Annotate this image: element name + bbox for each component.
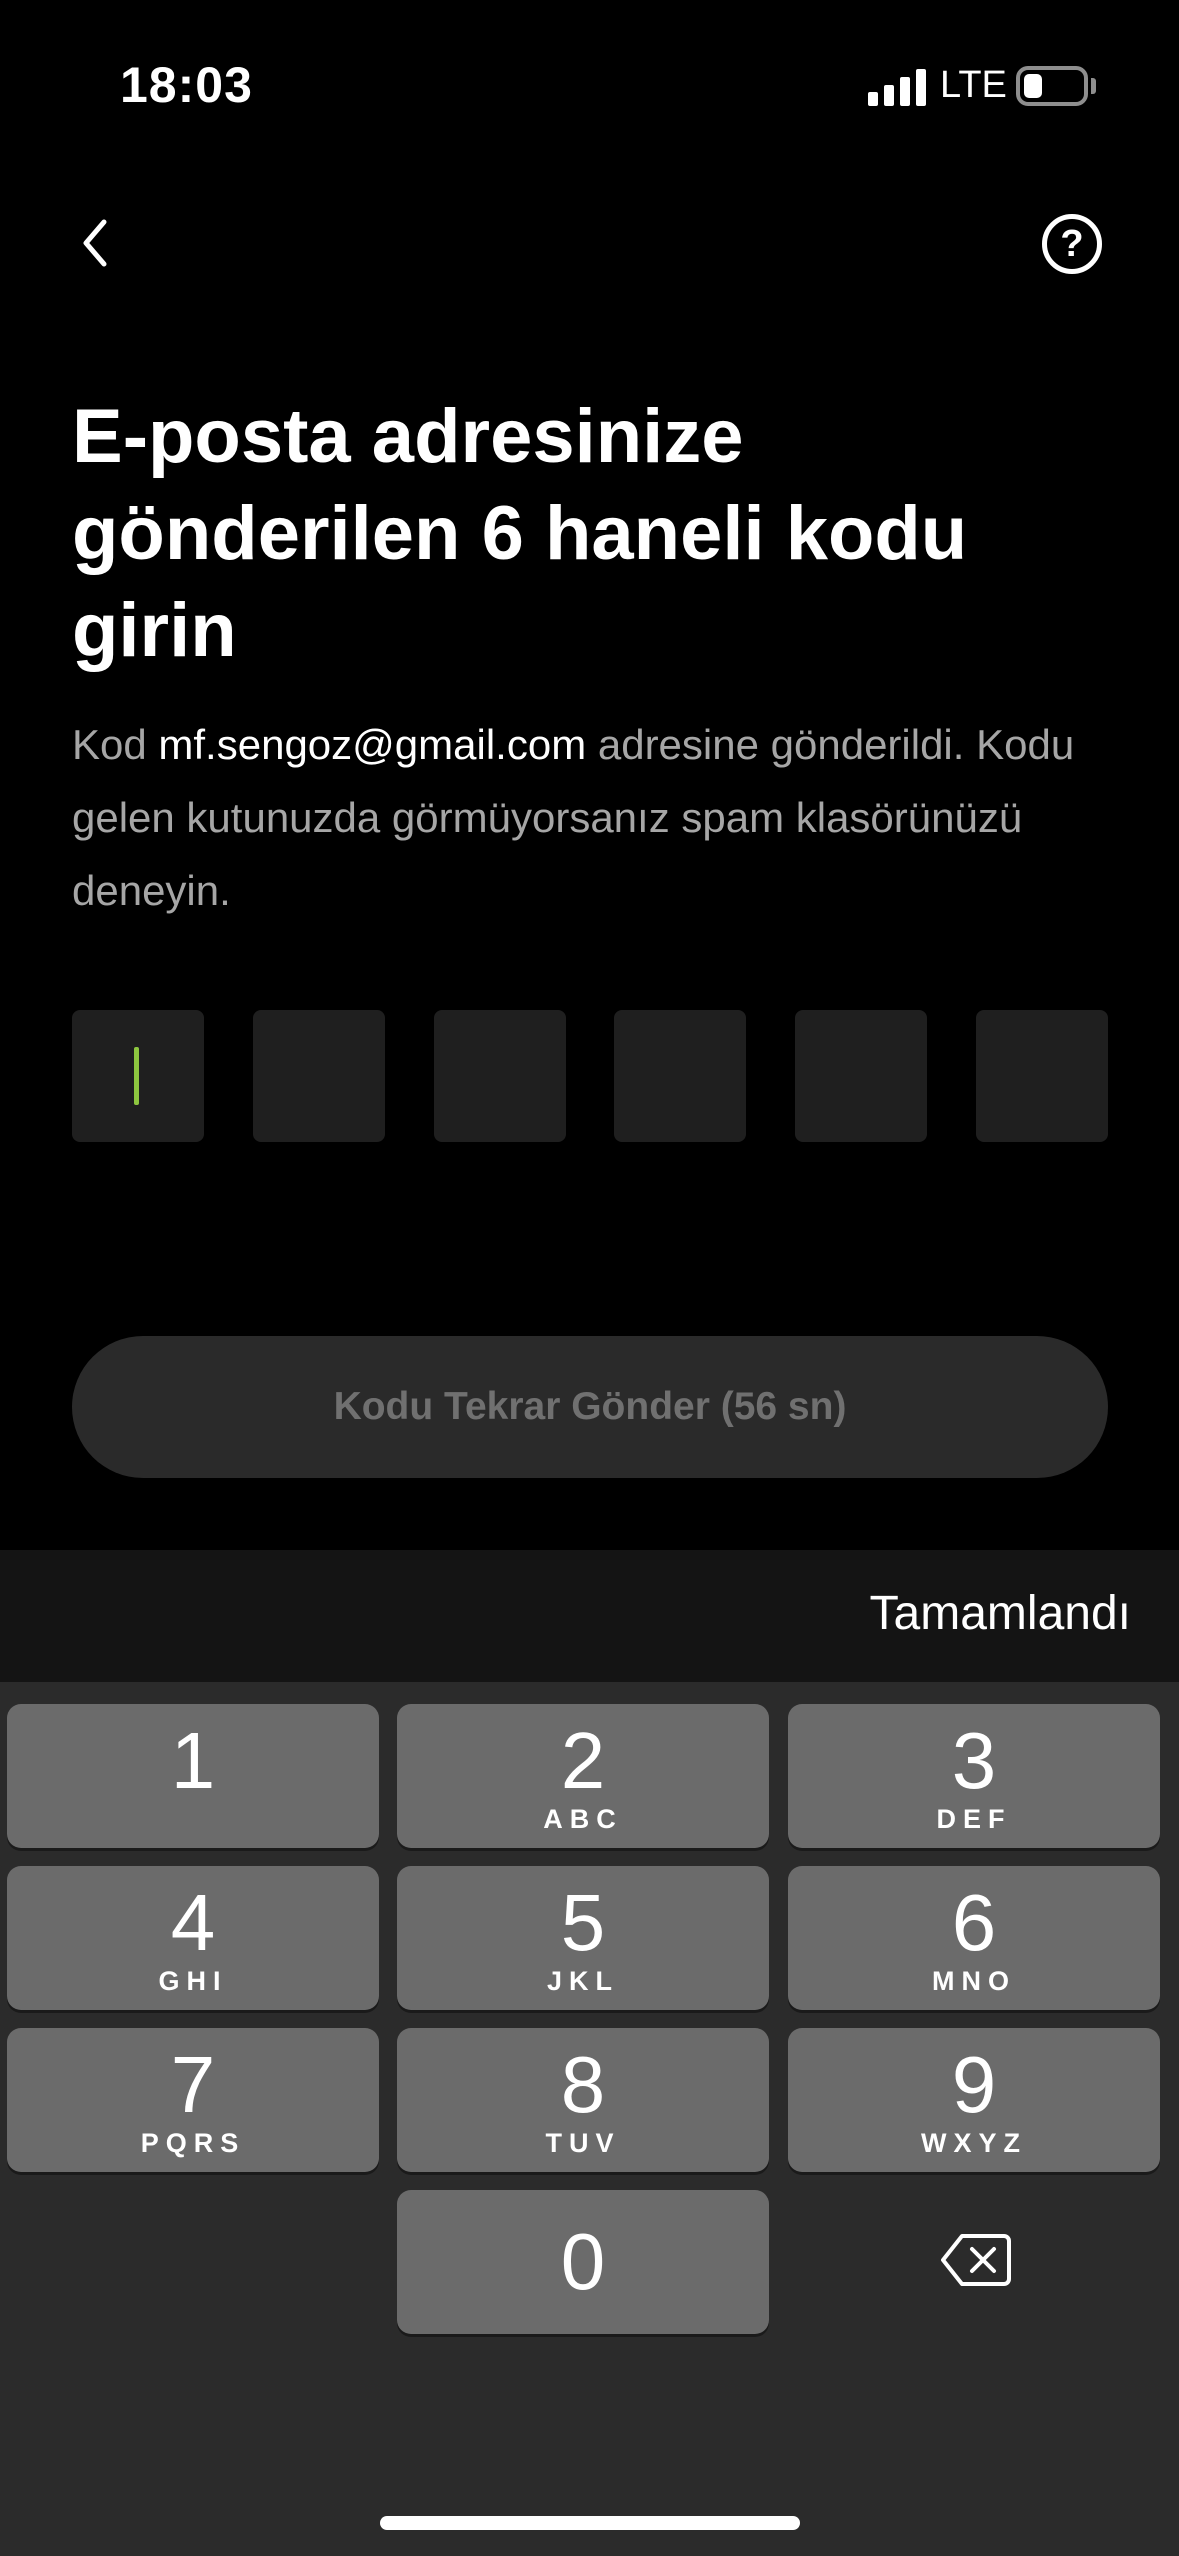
description: Kod mf.sengoz@gmail.com adresine gönderi… (72, 708, 1132, 927)
key-4[interactable]: 4 GHI (7, 1866, 379, 2010)
text-caret (134, 1047, 139, 1105)
code-digit-2[interactable] (252, 1010, 385, 1142)
key-6[interactable]: 6 MNO (788, 1866, 1160, 2010)
code-digit-6[interactable] (975, 1010, 1108, 1142)
email-address: mf.sengoz@gmail.com (158, 721, 587, 768)
key-5[interactable]: 5 JKL (397, 1866, 769, 2010)
home-indicator[interactable] (380, 2516, 800, 2530)
delete-key[interactable] (940, 2232, 1012, 2288)
code-input-row (72, 1010, 1108, 1142)
status-bar: 18:03 LTE (0, 0, 1179, 170)
verification-screen: 18:03 LTE ? E-posta adresinize gönderile… (0, 0, 1179, 2556)
description-prefix: Kod (72, 721, 159, 768)
code-digit-5[interactable] (795, 1010, 928, 1142)
backspace-icon (941, 2234, 1011, 2286)
chevron-left-icon (83, 219, 107, 267)
battery-tip (1091, 78, 1096, 94)
key-3[interactable]: 3 DEF (788, 1704, 1160, 1848)
key-0[interactable]: 0 (397, 2190, 769, 2334)
help-button[interactable]: ? (1042, 214, 1102, 274)
question-circle-icon: ? (1060, 222, 1084, 265)
key-8[interactable]: 8 TUV (397, 2028, 769, 2172)
signal-icon (868, 66, 928, 106)
page-title: E-posta adresinize gönderilen 6 haneli k… (72, 394, 968, 673)
resend-code-button[interactable]: Kodu Tekrar Gönder (56 sn) (72, 1336, 1108, 1478)
code-digit-1[interactable] (72, 1010, 204, 1142)
key-2[interactable]: 2 ABC (397, 1704, 769, 1848)
code-digit-3[interactable] (433, 1010, 566, 1142)
keyboard-accessory-bar: Tamamlandı (0, 1550, 1179, 1682)
key-7[interactable]: 7 PQRS (7, 2028, 379, 2172)
battery-icon (1016, 66, 1088, 106)
done-button[interactable]: Tamamlandı (870, 1586, 1131, 1641)
code-digit-4[interactable] (614, 1010, 747, 1142)
key-1[interactable]: 1 (7, 1704, 379, 1848)
status-time: 18:03 (120, 57, 253, 113)
key-9[interactable]: 9 WXYZ (788, 2028, 1160, 2172)
back-button[interactable] (70, 208, 130, 278)
network-type: LTE (940, 64, 1007, 106)
